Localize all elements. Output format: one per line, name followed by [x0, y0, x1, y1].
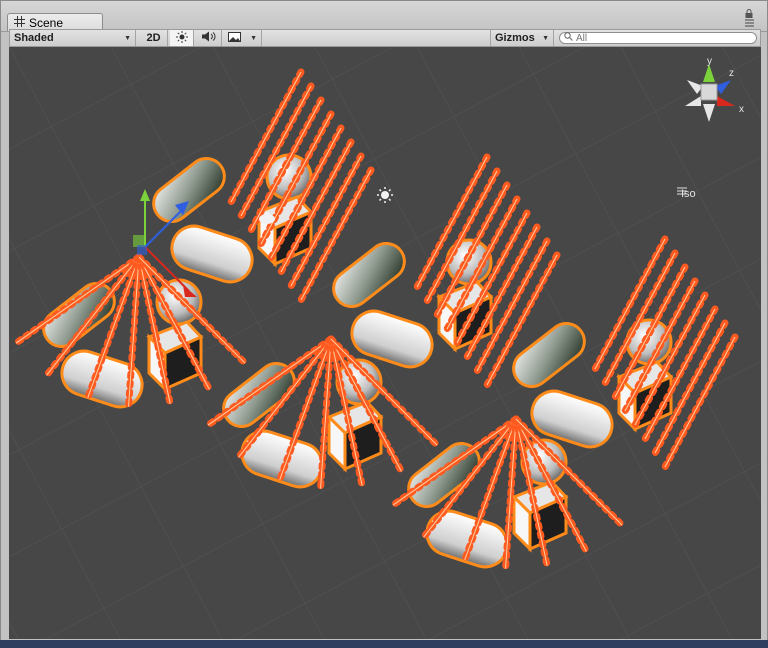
scene-viewport[interactable]: y z x Iso: [9, 47, 761, 639]
image-icon: [228, 31, 241, 45]
dropdown-arrow-icon: ▼: [124, 34, 131, 42]
tab-bar: Scene: [1, 1, 767, 32]
speaker-icon: [201, 31, 216, 45]
sun-icon: [175, 30, 188, 46]
tab-label: Scene: [29, 15, 64, 30]
gizmos-dropdown[interactable]: Gizmos ▼: [490, 30, 554, 46]
shading-mode-label: Shaded: [14, 32, 54, 44]
scene-window: Scene Shaded ▼ 2D ▼ Gizmos ▼ All y z x I…: [0, 0, 768, 642]
projection-toggle[interactable]: Iso: [677, 187, 737, 201]
search-field[interactable]: [559, 32, 757, 44]
2d-label: 2D: [146, 32, 161, 44]
grid-icon: [14, 15, 25, 30]
gizmos-label: Gizmos: [495, 32, 535, 44]
axis-x-label: x: [739, 104, 744, 115]
lighting-toggle-button[interactable]: [170, 30, 194, 46]
2d-toggle-button[interactable]: 2D: [140, 30, 168, 46]
background-window-strip: [0, 640, 768, 648]
dropdown-arrow-icon: ▼: [542, 34, 549, 42]
effects-dropdown[interactable]: ▼: [224, 30, 262, 46]
axis-y-label: y: [707, 56, 712, 67]
axis-z-label: z: [729, 68, 734, 79]
menu-icon[interactable]: [745, 19, 754, 29]
search-input[interactable]: [576, 32, 736, 44]
scene-canvas[interactable]: y z x: [9, 47, 761, 639]
search-icon: [564, 32, 573, 44]
dropdown-arrow-icon: ▼: [250, 34, 257, 42]
shading-mode-dropdown[interactable]: Shaded ▼: [10, 30, 136, 46]
audio-toggle-button[interactable]: [196, 30, 222, 46]
scene-toolbar: Shaded ▼ 2D ▼ Gizmos ▼: [9, 29, 761, 47]
